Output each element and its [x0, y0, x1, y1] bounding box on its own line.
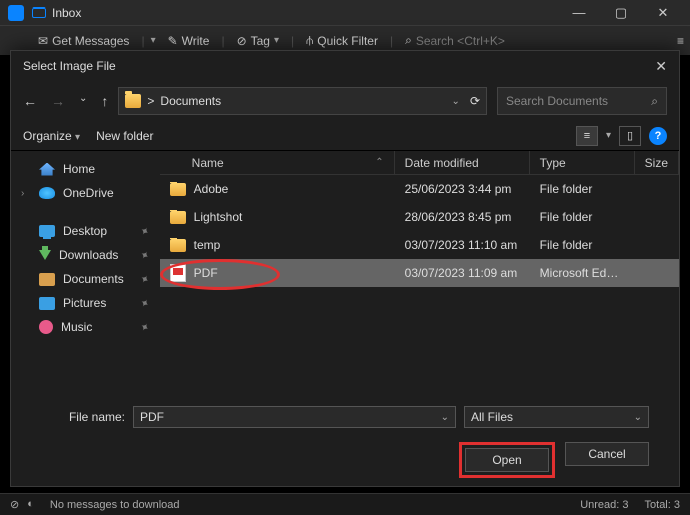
nav-desktop[interactable]: Desktop✦	[11, 219, 160, 243]
status-icon: ◐	[27, 498, 34, 511]
refresh-button[interactable]: ⟳	[470, 94, 480, 108]
app-icon	[8, 5, 24, 21]
desktop-icon	[39, 225, 55, 237]
quick-filter-button[interactable]: ⫛ Quick Filter	[300, 31, 384, 50]
pin-icon: ✦	[138, 247, 152, 263]
search-placeholder: Search Documents	[506, 94, 608, 108]
forward-button[interactable]: →	[51, 93, 65, 109]
dialog-title: Select Image File	[23, 59, 116, 73]
nav-downloads[interactable]: Downloads✦	[11, 243, 160, 267]
folder-icon	[170, 211, 186, 224]
annotation-highlight-box: Open	[459, 442, 555, 478]
onedrive-icon	[39, 187, 55, 199]
col-name[interactable]: Name⌃	[160, 151, 395, 174]
pin-icon: ✦	[138, 319, 152, 335]
total-count: Total: 3	[645, 499, 680, 511]
preview-pane-button[interactable]: ▯	[619, 126, 641, 146]
file-panel: Name⌃ Date modified Type Size Adobe 25/0…	[160, 151, 679, 392]
file-list-header: Name⌃ Date modified Type Size	[160, 151, 679, 175]
open-button[interactable]: Open	[465, 448, 549, 472]
filename-input[interactable]: PDF ⌄	[133, 406, 456, 428]
col-size[interactable]: Size	[635, 151, 679, 174]
folder-icon	[125, 94, 141, 108]
chevron-down-icon[interactable]: ▾	[606, 130, 611, 141]
download-icon	[39, 250, 51, 260]
tag-icon: ⊘	[237, 34, 247, 48]
window-title: Inbox	[52, 6, 81, 20]
dialog-pathbar: ← → ⌄ ↑ > Documents ⌄ ⟳ Search Documents…	[11, 81, 679, 121]
file-type-filter[interactable]: All Files ⌄	[464, 406, 649, 428]
pictures-icon	[39, 297, 55, 310]
filename-label: File name:	[41, 410, 125, 424]
pdf-icon	[170, 264, 186, 282]
cancel-button[interactable]: Cancel	[565, 442, 649, 466]
maximize-button[interactable]: ▢	[602, 0, 640, 25]
nav-home[interactable]: Home	[11, 157, 160, 181]
nav-panel: Home ›OneDrive Desktop✦ Downloads✦ Docum…	[11, 151, 160, 392]
col-date[interactable]: Date modified	[395, 151, 530, 174]
pencil-icon: ✎	[168, 34, 178, 48]
file-row[interactable]: Adobe 25/06/2023 3:44 pm File folder	[160, 175, 679, 203]
status-message: No messages to download	[50, 499, 180, 511]
dialog-close-button[interactable]: ✕	[655, 58, 667, 75]
search-box[interactable]: Search Documents ⌕	[497, 87, 667, 115]
file-row-selected[interactable]: PDF 03/07/2023 11:09 am Microsoft Edge P…	[160, 259, 679, 287]
path-box[interactable]: > Documents ⌄ ⟳	[118, 87, 487, 115]
music-icon	[39, 320, 53, 334]
up-button[interactable]: ↑	[101, 93, 108, 109]
folder-icon	[170, 239, 186, 252]
nav-pictures[interactable]: Pictures✦	[11, 291, 160, 315]
search-icon: ⌕	[651, 94, 658, 109]
file-row[interactable]: temp 03/07/2023 11:10 am File folder	[160, 231, 679, 259]
folder-icon	[170, 183, 186, 196]
inbox-icon	[32, 8, 46, 18]
envelope-icon: ✉	[38, 34, 48, 48]
dialog-footer: File name: PDF ⌄ All Files ⌄ Open Cancel	[11, 392, 679, 486]
statusbar: ⊘ ◐ No messages to download Unread: 3 To…	[0, 493, 690, 515]
col-type[interactable]: Type	[530, 151, 635, 174]
nav-music[interactable]: Music✦	[11, 315, 160, 339]
path-location[interactable]: Documents	[160, 94, 221, 108]
nav-onedrive[interactable]: ›OneDrive	[11, 181, 160, 205]
dialog-cmdbar: Organize ▾ New folder ≡ ▾ ▯ ?	[11, 121, 679, 151]
search-field[interactable]: ⌕ Search <Ctrl+K>	[399, 31, 511, 50]
nav-documents[interactable]: Documents✦	[11, 267, 160, 291]
window-controls: — ▢ ✕	[560, 0, 682, 25]
back-button[interactable]: ←	[23, 93, 37, 109]
menu-button[interactable]: ≡	[677, 34, 682, 48]
chevron-down-icon[interactable]: ▾	[151, 35, 156, 46]
file-open-dialog: Select Image File ✕ ← → ⌄ ↑ > Documents …	[10, 50, 680, 487]
chevron-down-icon[interactable]: ⌄	[634, 412, 642, 423]
unread-count: Unread: 3	[580, 499, 628, 511]
file-row[interactable]: Lightshot 28/06/2023 8:45 pm File folder	[160, 203, 679, 231]
home-icon	[39, 163, 55, 176]
minimize-button[interactable]: —	[560, 0, 598, 25]
pin-icon: ✦	[138, 295, 152, 311]
help-button[interactable]: ?	[649, 127, 667, 145]
pin-icon: ✦	[138, 271, 152, 287]
search-icon: ⌕	[405, 33, 412, 48]
documents-icon	[39, 273, 55, 286]
tag-button[interactable]: ⊘ Tag ▾	[231, 32, 285, 50]
chevron-down-icon[interactable]: ⌄	[441, 412, 449, 423]
get-messages-button[interactable]: ✉ Get Messages	[32, 32, 135, 50]
status-icon: ⊘	[10, 498, 19, 511]
thunderbird-titlebar: Inbox — ▢ ✕	[0, 0, 690, 25]
path-chevron: >	[147, 94, 154, 108]
close-button[interactable]: ✕	[644, 0, 682, 25]
chevron-down-icon[interactable]: ⌄	[452, 96, 460, 107]
chevron-right-icon[interactable]: ›	[21, 188, 24, 199]
recent-chevron[interactable]: ⌄	[79, 93, 87, 109]
write-button[interactable]: ✎ Write	[162, 32, 216, 50]
view-mode-button[interactable]: ≡	[576, 126, 598, 146]
filter-icon: ⫛	[306, 33, 313, 48]
new-folder-button[interactable]: New folder	[96, 129, 153, 143]
pin-icon: ✦	[138, 223, 152, 239]
organize-menu[interactable]: Organize ▾	[23, 129, 80, 143]
dialog-titlebar: Select Image File ✕	[11, 51, 679, 81]
